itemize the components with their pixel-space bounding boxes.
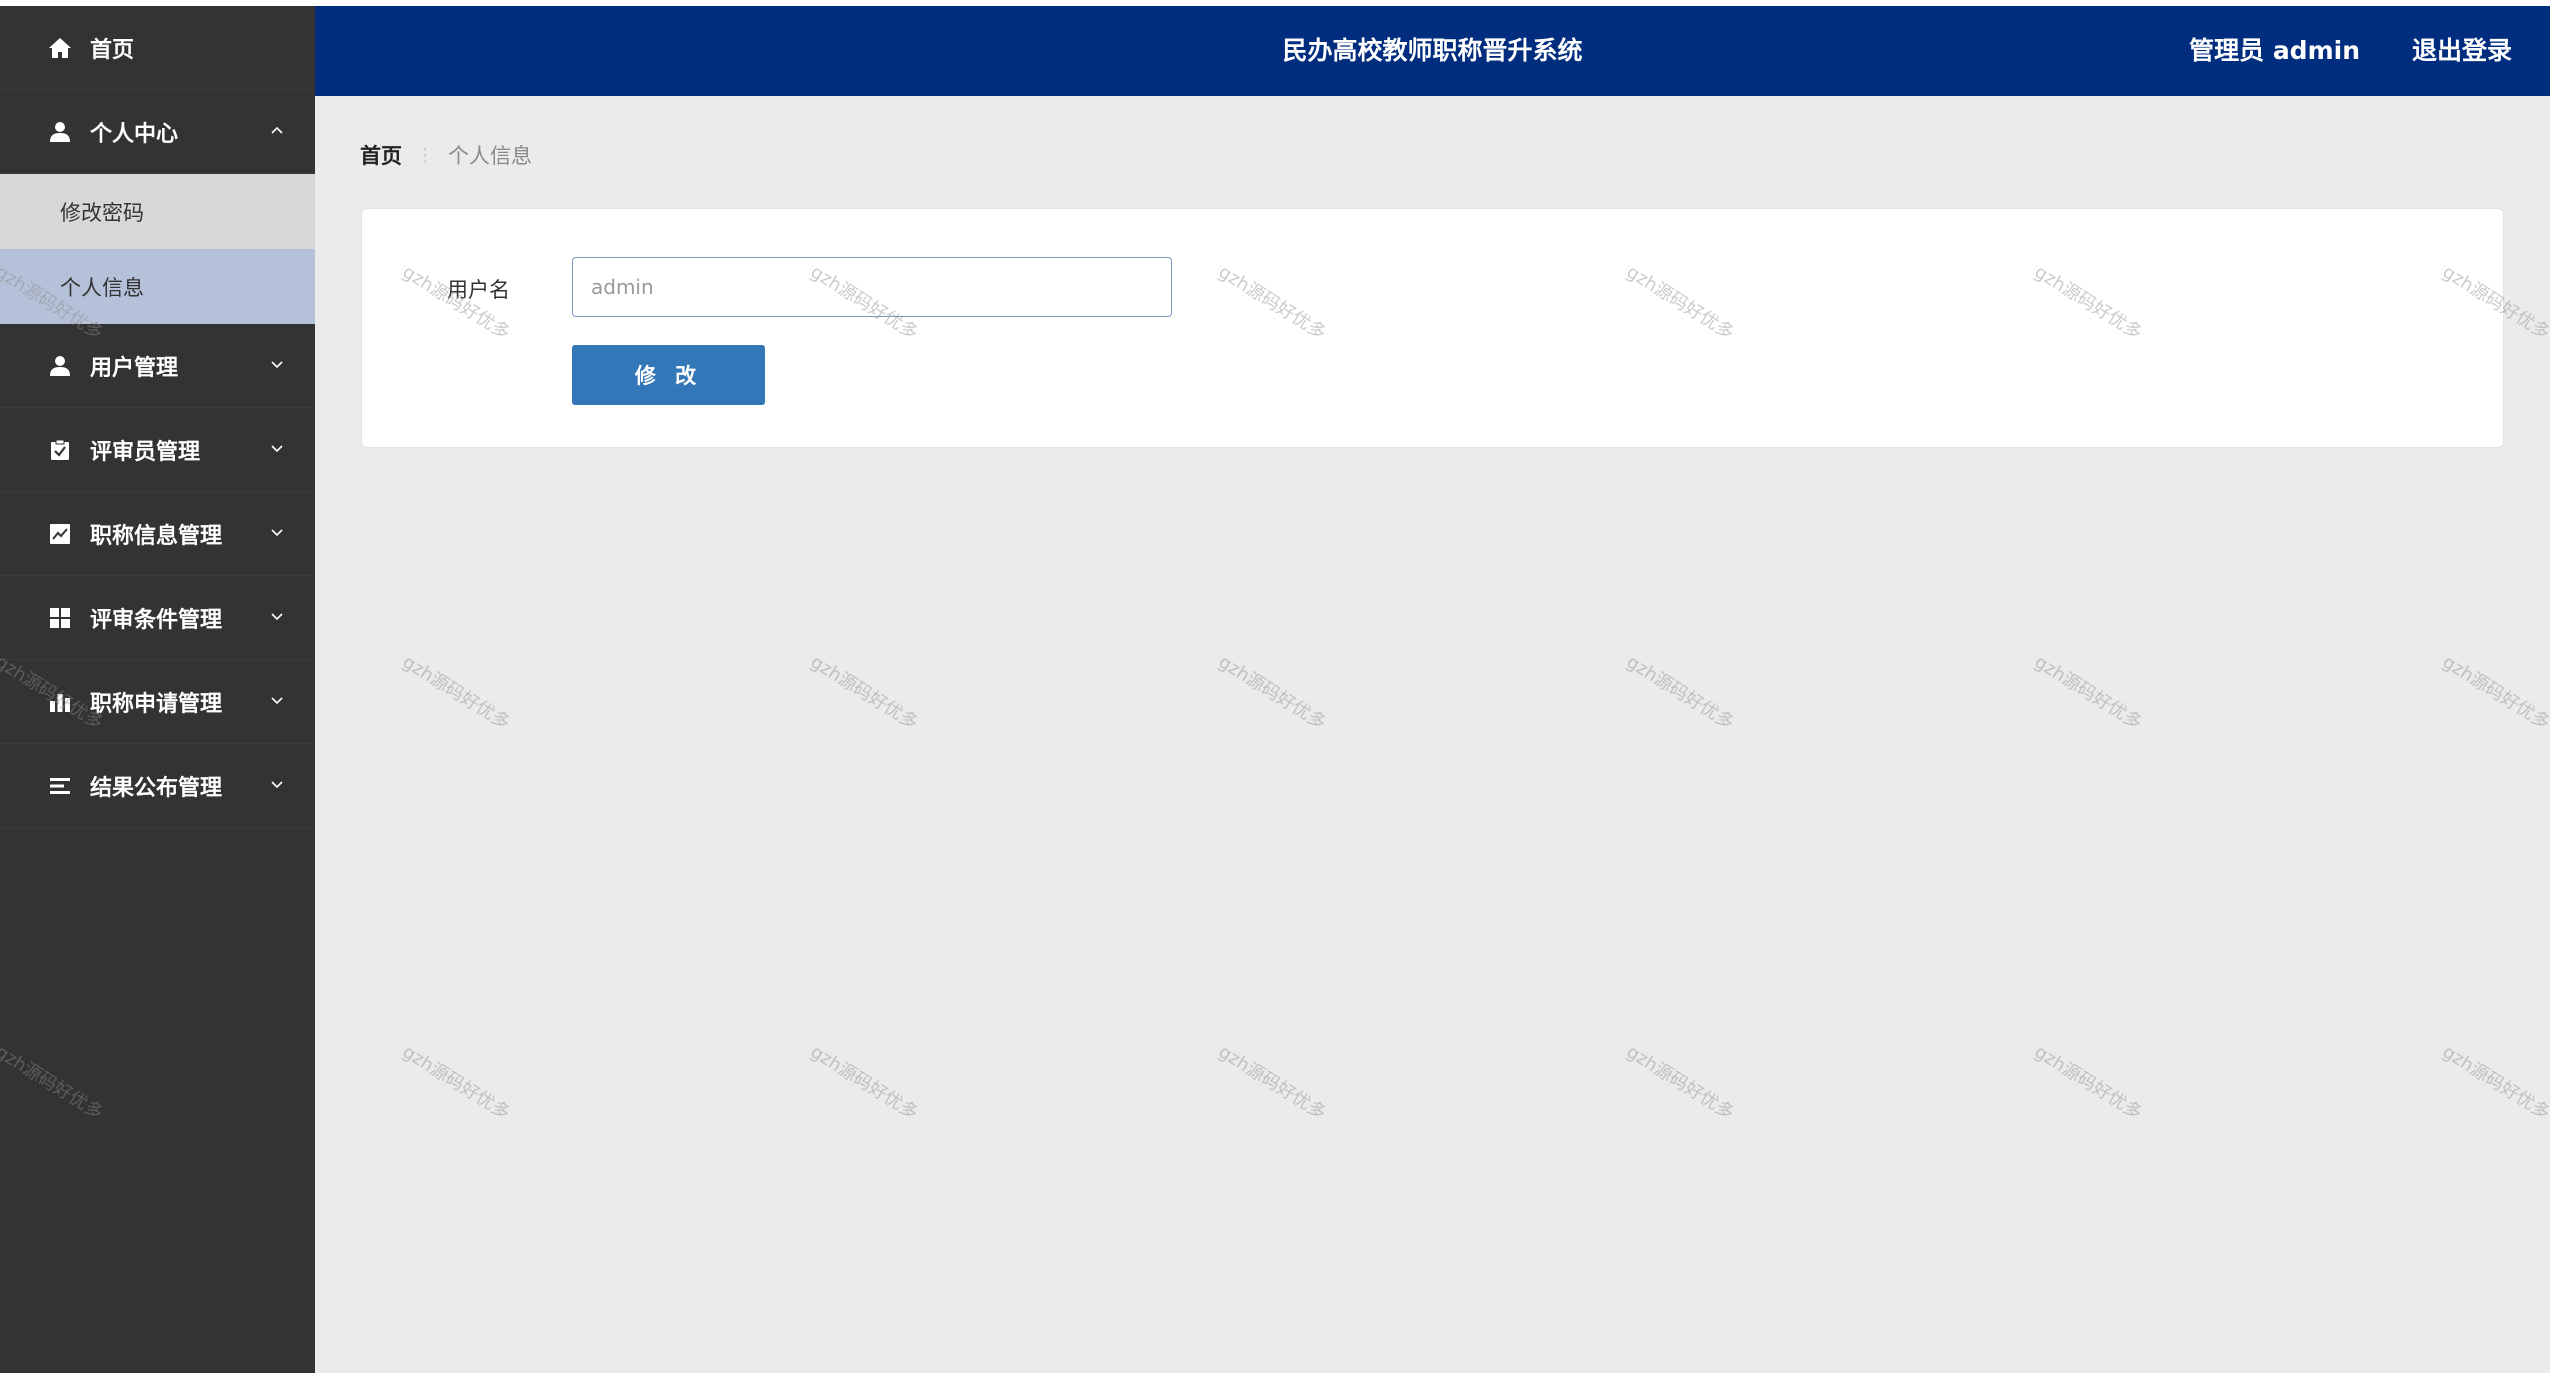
sidebar-item-title-application-management[interactable]: 职称申请管理: [0, 660, 315, 744]
chevron-down-icon: [269, 608, 285, 624]
top-header: 民办高校教师职称晋升系统 管理员 admin 退出登录: [315, 6, 2550, 96]
user-icon: [48, 354, 72, 378]
sidebar-item-label: 首页: [90, 37, 135, 63]
sidebar-item-label: 评审员管理: [90, 439, 201, 465]
chevron-down-icon: [269, 692, 285, 708]
sidebar-item-result-publish-management[interactable]: 结果公布管理: [0, 744, 315, 828]
home-icon: [48, 36, 72, 60]
clipboard-check-icon: [48, 438, 72, 462]
username-label: 用户名: [447, 278, 510, 302]
chevron-down-icon: [269, 440, 285, 456]
breadcrumb: 首页 ⋮ 个人信息: [360, 140, 532, 170]
logout-link[interactable]: 退出登录: [2412, 6, 2512, 96]
bar-chart-icon: [48, 690, 72, 714]
sidebar-item-label: 评审条件管理: [90, 607, 223, 633]
sidebar-item-label: 职称信息管理: [90, 523, 223, 549]
app-root: 首页 个人中心 修改密码 个人信息 用户管理 评审员管理 职称信息管理 评审条件…: [0, 0, 2553, 1377]
chevron-down-icon: [269, 524, 285, 540]
sidebar-item-reviewer-management[interactable]: 评审员管理: [0, 408, 315, 492]
chevron-down-icon: [269, 776, 285, 792]
user-icon: [48, 120, 72, 144]
sidebar-subitem-change-password[interactable]: 修改密码: [0, 174, 315, 249]
breadcrumb-home-link[interactable]: 首页: [360, 140, 402, 170]
sidebar-subitem-label: 修改密码: [60, 200, 144, 225]
sidebar-item-label: 结果公布管理: [90, 775, 223, 801]
chevron-down-icon: [269, 356, 285, 372]
sidebar-item-review-condition-management[interactable]: 评审条件管理: [0, 576, 315, 660]
main-content: 民办高校教师职称晋升系统 管理员 admin 退出登录 首页 ⋮ 个人信息 用户…: [315, 6, 2550, 1373]
chevron-up-icon: [269, 122, 285, 138]
sidebar-item-title-info-management[interactable]: 职称信息管理: [0, 492, 315, 576]
breadcrumb-separator: ⋮: [416, 144, 434, 166]
sidebar-subitem-label: 个人信息: [60, 275, 144, 300]
modify-button[interactable]: 修 改: [572, 345, 765, 405]
sidebar-item-home[interactable]: 首页: [0, 6, 315, 90]
profile-form-card: 用户名 修 改: [361, 208, 2504, 448]
current-user-label: 管理员 admin: [2189, 36, 2360, 65]
username-input[interactable]: [572, 257, 1172, 317]
list-icon: [48, 774, 72, 798]
grid-icon: [48, 606, 72, 630]
sidebar-item-label: 个人中心: [90, 121, 179, 147]
sidebar-subitem-personal-info[interactable]: 个人信息: [0, 249, 315, 324]
breadcrumb-current: 个人信息: [448, 144, 532, 168]
sidebar-item-personal-center[interactable]: 个人中心: [0, 90, 315, 174]
sidebar-item-label: 职称申请管理: [90, 691, 223, 717]
sidebar-item-label: 用户管理: [90, 355, 179, 381]
sidebar: 首页 个人中心 修改密码 个人信息 用户管理 评审员管理 职称信息管理 评审条件…: [0, 6, 315, 1373]
chart-line-icon: [48, 522, 72, 546]
sidebar-item-user-management[interactable]: 用户管理: [0, 324, 315, 408]
